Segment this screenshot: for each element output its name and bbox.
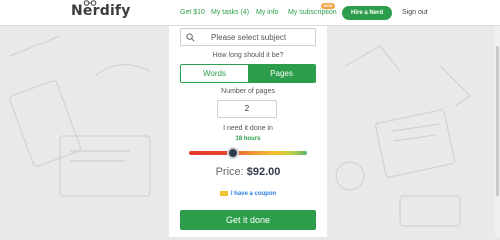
pages-option[interactable]: Pages — [248, 65, 315, 82]
slider-handle[interactable] — [226, 147, 239, 159]
deadline-label: I need it done in — [223, 125, 273, 132]
coupon-link[interactable]: I have a coupon — [169, 191, 327, 197]
deadline-value: 18 hours — [235, 136, 261, 142]
number-of-pages-label: Number of pages — [221, 88, 275, 95]
nerdify-logo[interactable]: Nerdify — [71, 3, 131, 19]
get-it-done-button[interactable]: Get it done — [180, 210, 316, 230]
deadline-slider[interactable] — [189, 147, 307, 159]
nav-get-10[interactable]: Get $10 — [180, 9, 205, 16]
price-value: $92.00 — [246, 166, 281, 178]
nav-my-subscription[interactable]: My subscription — [288, 9, 337, 16]
page-scrollbar[interactable] — [495, 26, 500, 237]
words-option[interactable]: Words — [181, 65, 248, 82]
nav-my-tasks[interactable]: My tasks (4) — [211, 9, 249, 16]
nav-my-info[interactable]: My info — [256, 9, 279, 16]
subject-placeholder: Please select subject — [211, 33, 287, 42]
new-badge: NEW — [321, 3, 335, 9]
search-icon — [186, 33, 195, 42]
coupon-tag-icon — [219, 191, 228, 196]
scrollbar-thumb[interactable] — [496, 46, 499, 196]
top-navbar: Nerdify Get $10 My tasks (4) My info My … — [0, 0, 500, 26]
pages-input[interactable]: 2 — [217, 100, 277, 118]
length-question: How long should it be? — [212, 52, 284, 59]
price-label: Price: — [215, 166, 244, 178]
slider-track[interactable] — [189, 151, 307, 155]
order-form-card: Please select subject How long should it… — [169, 26, 327, 237]
length-unit-toggle: Words Pages — [180, 64, 316, 83]
hire-a-nerd-button[interactable]: Hire a Nerd — [342, 6, 392, 20]
glasses-icon — [83, 0, 97, 6]
subject-select[interactable]: Please select subject — [180, 28, 316, 46]
coupon-link-text[interactable]: I have a coupon — [231, 191, 276, 197]
price-display: Price: $92.00 — [169, 166, 327, 178]
sign-out-link[interactable]: Sign out — [402, 9, 428, 16]
